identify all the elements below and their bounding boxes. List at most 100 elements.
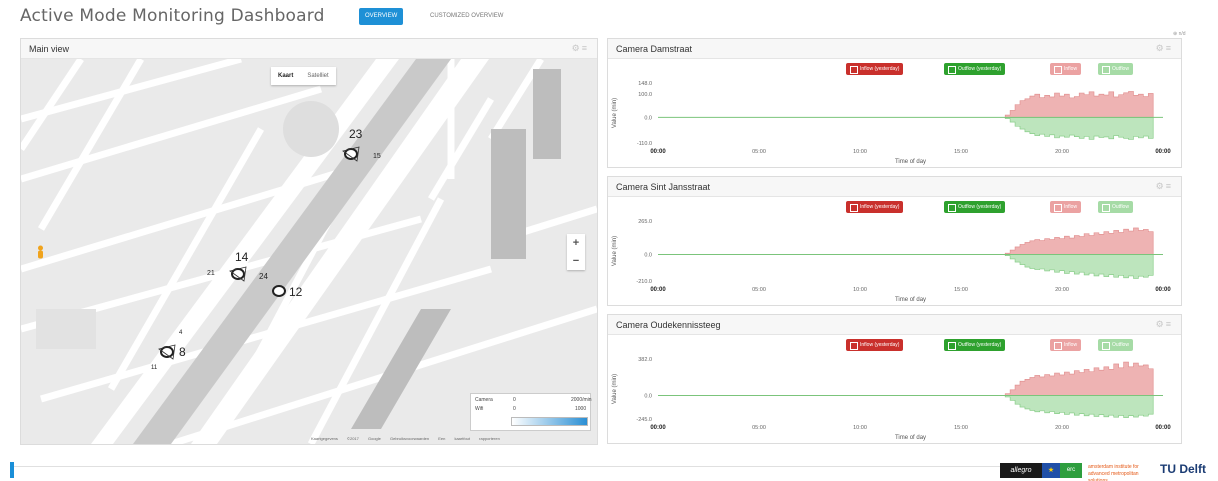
y-tick-label: 100.0 (638, 92, 652, 98)
flow-chart[interactable]: Value (min) 265.0 0.0 -210.0 00:00 05:00 10:00… (608, 215, 1181, 305)
legend-outflow-yesterday[interactable]: Outflow (yesterday) (944, 63, 1006, 75)
menu-icon[interactable]: ≡ (1166, 43, 1173, 53)
allegro-logo: allegro (1000, 463, 1042, 478)
camera-count-label: 12 (289, 285, 303, 299)
settings-icon[interactable]: ⚙ (1156, 43, 1166, 53)
street-map[interactable] (21, 59, 597, 444)
map-type-toggle: Kaart Satelliet (271, 67, 336, 85)
legend-label: Wifi (475, 406, 484, 412)
panel-tools: ⚙≡ (572, 43, 589, 54)
footer-accent (10, 462, 14, 478)
legend-inflow[interactable]: Inflow (1050, 201, 1082, 213)
legend-inflow-yesterday[interactable]: Inflow (yesterday) (846, 339, 904, 351)
map-canvas[interactable]: 23 15 14 21 24 12 8 4 11 Kaart Satelliet … (21, 59, 597, 444)
map-type-satelliet[interactable]: Satelliet (300, 67, 335, 85)
y-axis-label: Value (min) (612, 98, 618, 128)
panel-tools: ⚙≡ (1156, 43, 1173, 54)
legend-gradient (511, 417, 588, 426)
legend-outflow[interactable]: Outflow (1098, 339, 1133, 351)
series-inflow-area[interactable] (1004, 91, 1154, 118)
x-tick-label: 05:00 (752, 149, 766, 155)
x-tick-label: 20:00 (1055, 287, 1069, 293)
street-view-pegman-icon[interactable] (36, 245, 45, 260)
legend-min: 0 (513, 406, 516, 412)
legend-outflow[interactable]: Outflow (1098, 201, 1133, 213)
zoom-out-button[interactable]: − (567, 252, 585, 270)
series-outflow-area[interactable] (1004, 395, 1154, 418)
zoom-in-button[interactable]: + (567, 234, 585, 252)
map-type-kaart[interactable]: Kaart (271, 67, 300, 85)
x-tick-label: 10:00 (853, 287, 867, 293)
camera-side-label: 24 (259, 272, 268, 281)
menu-icon[interactable]: ≡ (1166, 319, 1173, 329)
camera-count-label: 14 (235, 250, 249, 264)
map-panel-title: Main view (29, 44, 70, 54)
footer: allegro ★ erc amsterdam institute for ad… (0, 460, 1218, 481)
tu-delft-logo: TU Delft (1160, 462, 1206, 476)
map-panel-header: Main view ⚙≡ (21, 39, 597, 59)
series-inflow-area[interactable] (1004, 227, 1154, 255)
legend-outflow[interactable]: Outflow (1098, 63, 1133, 75)
x-tick-label: 00:00 (650, 149, 666, 155)
x-tick-label: 20:00 (1055, 425, 1069, 431)
page-title: Active Mode Monitoring Dashboard (20, 6, 325, 26)
zoom-control: + − (567, 234, 585, 270)
tab-overview[interactable]: OVERVIEW (359, 8, 404, 25)
eu-flag-logo: ★ (1042, 463, 1060, 478)
series-inflow-area[interactable] (1004, 361, 1154, 396)
legend-max: 2000/min (571, 397, 592, 403)
x-tick-label: 15:00 (954, 287, 968, 293)
camera-side-label: 21 (207, 270, 215, 277)
y-tick-label: -110.0 (637, 141, 652, 147)
x-tick-label: 10:00 (853, 149, 867, 155)
x-tick-label: 00:00 (1155, 149, 1171, 155)
series-outflow-area[interactable] (1004, 117, 1154, 140)
legend-row-wifi: Wifi 0 1000 (475, 406, 589, 413)
y-tick-label: -210.0 (636, 279, 652, 285)
x-axis-label: Time of day (895, 435, 926, 441)
x-tick-label: 20:00 (1055, 149, 1069, 155)
camera-count-label: 8 (179, 345, 186, 359)
legend-outflow-yesterday[interactable]: Outflow (yesterday) (944, 339, 1006, 351)
menu-icon[interactable]: ≡ (582, 43, 589, 53)
tab-customized-overview[interactable]: CUSTOMIZED OVERVIEW (424, 8, 509, 25)
camera-panel-header: Camera Sint Jansstraat ⚙≡ (608, 177, 1181, 197)
y-tick-label: 382.0 (638, 357, 652, 363)
x-tick-label: 10:00 (853, 425, 867, 431)
corner-note[interactable]: ⊕ n/d (1173, 31, 1186, 37)
menu-icon[interactable]: ≡ (1166, 181, 1173, 191)
flow-chart[interactable]: Value (min) 382.0 0.0 -245.0 00:00 05:00 10:00… (608, 353, 1181, 443)
camera-side-label: 4 (179, 330, 183, 336)
legend-inflow-yesterday[interactable]: Inflow (yesterday) (846, 63, 904, 75)
footer-divider (10, 466, 1000, 467)
x-axis-label: Time of day (895, 159, 926, 165)
camera-panel: Camera Damstraat ⚙≡ Inflow (yesterday) O… (607, 38, 1182, 168)
ams-institute-logo: amsterdam institute for advanced metropo… (1088, 464, 1139, 481)
y-axis-label: Value (min) (612, 236, 618, 266)
y-tick-label: -245.0 (636, 417, 652, 423)
camera-side-label: 15 (373, 153, 381, 160)
x-tick-label: 15:00 (954, 149, 968, 155)
flow-chart[interactable]: Value (min) 148.0 0.0 -110.0 100.0 00:00 05:00… (608, 77, 1181, 167)
legend-outflow-yesterday[interactable]: Outflow (yesterday) (944, 201, 1006, 213)
dashboard-app: Active Mode Monitoring Dashboard OVERVIE… (0, 0, 1218, 481)
map-legend: Camera 0 2000/min Wifi 0 1000 (470, 393, 592, 431)
settings-icon[interactable]: ⚙ (572, 43, 582, 53)
legend-inflow[interactable]: Inflow (1050, 63, 1082, 75)
y-axis-label: Value (min) (612, 374, 618, 404)
camera-panel: Camera Sint Jansstraat ⚙≡ Inflow (yester… (607, 176, 1182, 306)
legend-inflow[interactable]: Inflow (1050, 339, 1082, 351)
camera-panel-title: Camera Oudekennissteeg (616, 320, 721, 330)
legend-min: 0 (513, 397, 516, 403)
x-tick-label: 05:00 (752, 425, 766, 431)
erc-logo: erc (1060, 463, 1082, 478)
settings-icon[interactable]: ⚙ (1156, 181, 1166, 191)
x-tick-label: 00:00 (650, 425, 666, 431)
camera-count-label: 23 (349, 127, 363, 141)
camera-side-label: 11 (151, 365, 158, 371)
legend-inflow-yesterday[interactable]: Inflow (yesterday) (846, 201, 904, 213)
map-attribution[interactable]: Kaartgegevens ©2017 Google Gebruiksvoorw… (311, 436, 500, 441)
settings-icon[interactable]: ⚙ (1156, 319, 1166, 329)
camera-panel-title: Camera Damstraat (616, 44, 693, 54)
series-outflow-area[interactable] (1004, 254, 1154, 279)
